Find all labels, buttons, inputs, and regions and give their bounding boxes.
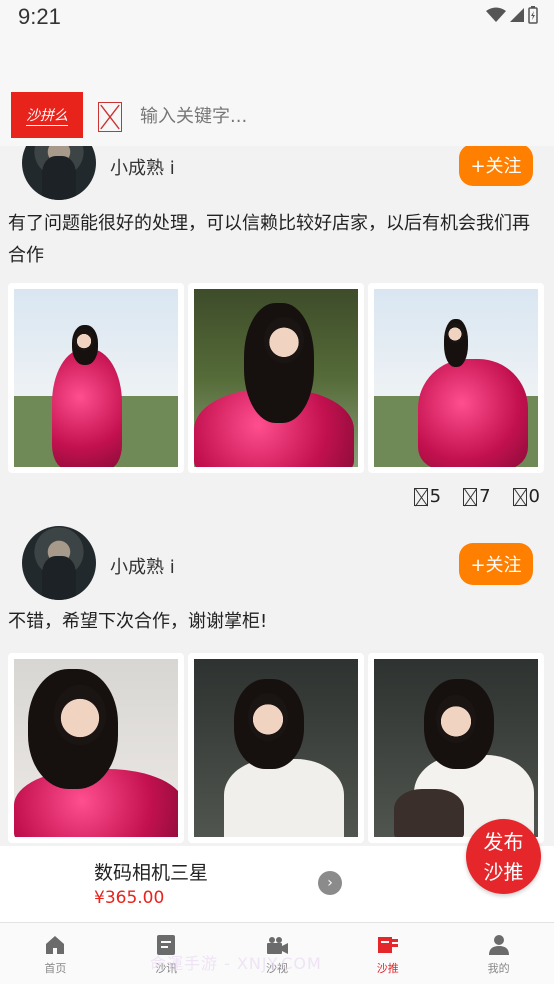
avatar[interactable]	[22, 146, 96, 200]
post-card: 小成熟 i +关注 不错，希望下次合作，谢谢掌柜!	[0, 506, 554, 843]
nav-label: 首页	[44, 962, 67, 975]
video-icon	[266, 937, 288, 954]
nav-label: 沙讯	[155, 962, 178, 975]
post-photo[interactable]	[8, 283, 184, 473]
feed: 小成熟 i +关注 有了问题能很好的处理，可以信赖比较好店家，以后有机会我们再合…	[0, 146, 554, 922]
post-text: 有了问题能很好的处理，可以信赖比较好店家，以后有机会我们再合作	[8, 213, 530, 266]
photo-image	[374, 289, 538, 467]
like-count: 5	[429, 486, 442, 507]
post-photo[interactable]	[8, 653, 184, 843]
photo-image	[194, 289, 358, 467]
photo-image	[14, 289, 178, 467]
chevron-right-icon[interactable]: ›	[318, 871, 342, 895]
app-screen: 9:21 沙拼么 小成熟 i +关注 有了问题能很好的处理，可以信赖比较好店家，…	[0, 0, 554, 984]
like-stat[interactable]: 5	[413, 486, 442, 507]
comment-icon	[463, 487, 478, 506]
nav-item-push[interactable]: 沙推	[332, 923, 443, 984]
broken-image-icon[interactable]	[98, 102, 122, 132]
logo-text: 沙拼么	[26, 105, 68, 126]
publish-label-line1: 发布	[483, 829, 524, 854]
avatar[interactable]	[22, 526, 96, 600]
comment-count: 7	[479, 486, 491, 507]
publish-button[interactable]: 发布 沙推	[466, 819, 541, 894]
nav-label: 沙推	[376, 962, 399, 975]
post-stats: 5 7 0	[413, 486, 540, 507]
publish-label-line2: 沙推	[483, 859, 524, 884]
wifi-icon	[486, 7, 506, 22]
like-icon	[413, 487, 428, 506]
post-photo[interactable]	[188, 283, 364, 473]
photo-grid	[8, 283, 544, 473]
post-text: 不错，希望下次合作，谢谢掌柜!	[8, 611, 268, 632]
bottom-nav: 首页 沙讯 沙视 沙推 我的	[0, 922, 554, 984]
status-icons	[486, 6, 538, 24]
post-header: 小成熟 i +关注	[0, 146, 554, 200]
push-icon	[377, 937, 398, 953]
photo-image	[194, 659, 358, 837]
profile-icon	[488, 935, 509, 955]
post-header: 小成熟 i +关注	[0, 506, 554, 600]
app-logo[interactable]: 沙拼么	[11, 92, 83, 138]
comment-stat[interactable]: 7	[463, 486, 491, 507]
photo-grid	[8, 653, 544, 843]
nav-label: 沙视	[265, 962, 288, 975]
follow-button[interactable]: +关注	[459, 146, 533, 186]
signal-icon	[510, 8, 524, 22]
username[interactable]: 小成熟 i	[110, 154, 175, 180]
search-header: 沙拼么	[0, 86, 554, 146]
post-photo[interactable]	[188, 653, 364, 843]
home-icon	[46, 936, 65, 954]
post-photo[interactable]	[368, 283, 544, 473]
share-count: 0	[528, 486, 540, 507]
follow-button[interactable]: +关注	[459, 543, 533, 585]
nav-item-profile[interactable]: 我的	[443, 923, 554, 984]
top-spacer	[0, 36, 554, 86]
nav-item-news[interactable]: 沙讯	[111, 923, 222, 984]
product-price: ¥365.00	[94, 888, 165, 908]
post-card: 小成熟 i +关注 有了问题能很好的处理，可以信赖比较好店家，以后有机会我们再合…	[0, 146, 554, 507]
search-input[interactable]	[128, 96, 528, 136]
photo-image	[14, 659, 178, 837]
share-stat[interactable]: 0	[512, 486, 540, 507]
nav-item-home[interactable]: 首页	[0, 923, 111, 984]
username[interactable]: 小成熟 i	[110, 553, 175, 579]
post-photo[interactable]	[368, 653, 544, 843]
status-bar: 9:21	[0, 0, 554, 36]
nav-item-video[interactable]: 沙视	[222, 923, 333, 984]
status-time: 9:21	[18, 4, 61, 29]
nav-label: 我的	[487, 962, 510, 975]
share-icon	[512, 487, 527, 506]
photo-image	[374, 659, 538, 837]
battery-icon	[528, 6, 538, 24]
news-icon	[157, 935, 176, 955]
product-name: 数码相机三星	[94, 862, 209, 884]
